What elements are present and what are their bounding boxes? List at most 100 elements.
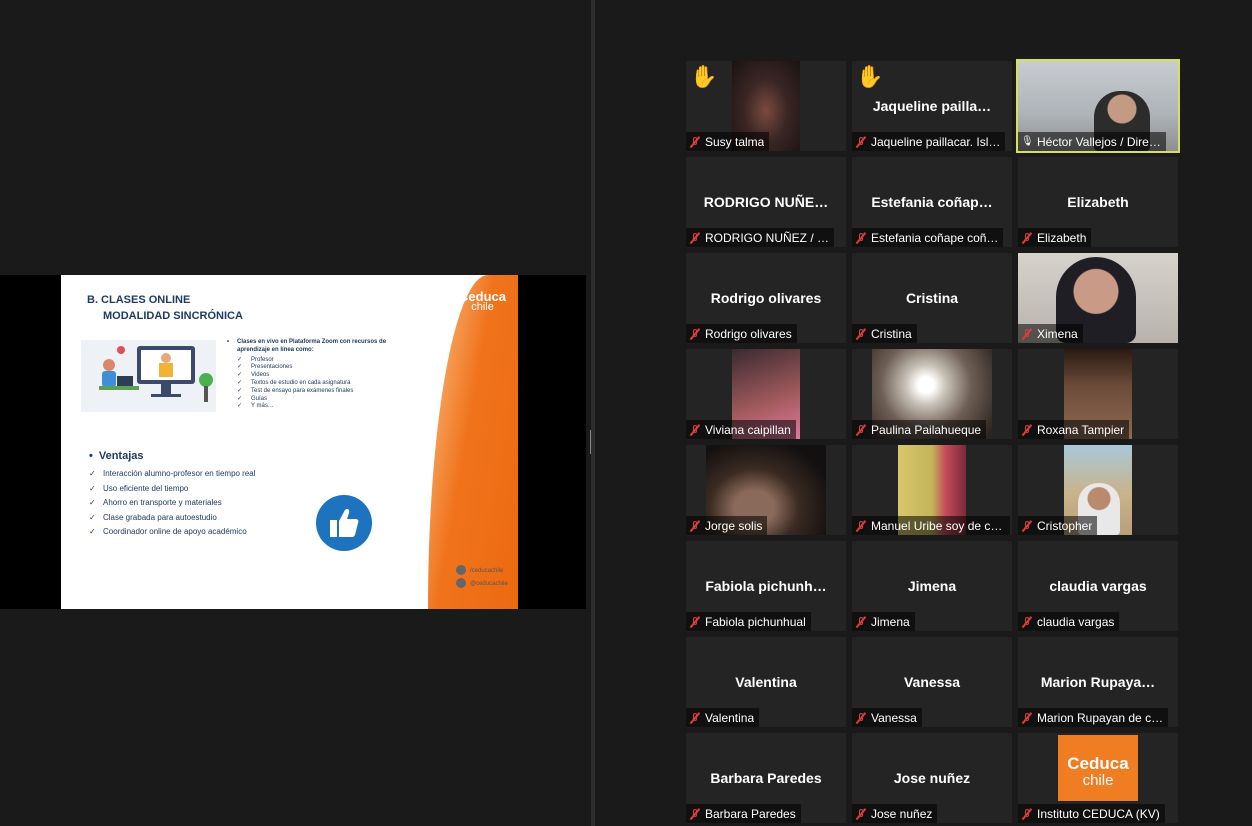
- ceduca-logo: Ceduca chile: [459, 290, 506, 313]
- participant-display-name: Rodrigo olivares: [710, 290, 822, 306]
- participant-tile[interactable]: Jose nuñez Jose nuñez: [852, 733, 1012, 823]
- participant-name: Susy talma: [705, 134, 765, 149]
- participant-tile[interactable]: Fabiola pichunh… Fabiola pichunhual: [686, 541, 846, 631]
- participant-display-name: Jaqueline pailla…: [872, 98, 992, 114]
- instagram-handle: @ceducachile: [470, 581, 508, 587]
- participant-tile[interactable]: Ximena: [1018, 253, 1178, 343]
- participant-name-label: Manuel Uribe soy de ca…: [852, 516, 1010, 535]
- participant-name-label: Fabiola pichunhual: [686, 612, 811, 631]
- participant-tile[interactable]: RODRIGO NUÑE… RODRIGO NUÑEZ / …: [686, 157, 846, 247]
- participant-name-label: Estefania coñape coñ…: [852, 228, 1004, 247]
- participant-name-label: Cristina: [852, 324, 917, 343]
- participant-tile[interactable]: Cristina Cristina: [852, 253, 1012, 343]
- participant-tile[interactable]: Marion Rupaya… Marion Rupayan de c…: [1018, 637, 1178, 727]
- muted-mic-icon: [689, 424, 701, 436]
- muted-mic-icon: [1021, 520, 1033, 532]
- participant-name: Marion Rupayan de c…: [1037, 710, 1164, 725]
- participant-tile[interactable]: Viviana caipillan: [686, 349, 846, 439]
- slide-subtitle: MODALIDAD SINCRÓNICA: [103, 310, 243, 322]
- participant-display-name: Jimena: [907, 578, 957, 594]
- participant-display-name: Barbara Paredes: [710, 770, 822, 786]
- list-item: Coordinador online de apoyo académico: [89, 525, 256, 540]
- participant-tile[interactable]: Paulina Pailahueque: [852, 349, 1012, 439]
- facebook-link: /ceducachile: [456, 565, 508, 578]
- muted-mic-icon: [1021, 232, 1033, 244]
- muted-mic-icon: [855, 232, 867, 244]
- participant-display-name: claudia vargas: [1049, 578, 1147, 594]
- facebook-icon: [456, 565, 466, 576]
- participant-name: Jimena: [871, 614, 910, 629]
- participant-name-label: Rodrigo olivares: [686, 324, 797, 343]
- thumbs-up-icon: [316, 495, 372, 551]
- slide-orange-band: Ceduca chile: [428, 275, 518, 609]
- participant-tile[interactable]: Vanessa Vanessa: [852, 637, 1012, 727]
- participant-name: Vanessa: [871, 710, 917, 725]
- participant-name: Cristopher: [1037, 518, 1093, 533]
- ventajas-list: Interacción alumno-profesor en tiempo re…: [89, 467, 256, 540]
- muted-mic-icon: [855, 520, 867, 532]
- screen-share-pane: Ceduca chile B. CLASES ONLINE MODALIDAD …: [0, 0, 591, 826]
- participant-name-label: Barbara Paredes: [686, 804, 801, 823]
- participant-tile[interactable]: Roxana Tampier: [1018, 349, 1178, 439]
- participant-tile[interactable]: Rodrigo olivares Rodrigo olivares: [686, 253, 846, 343]
- resources-list: Clases en vivo en Plataforma Zoom con re…: [237, 339, 397, 411]
- participant-name-label: Cristopher: [1018, 516, 1098, 535]
- participant-display-name: Cristina: [905, 290, 959, 306]
- muted-mic-icon: [855, 424, 867, 436]
- participant-name-label: Paulina Pailahueque: [852, 420, 987, 439]
- participant-name-label: Elizabeth: [1018, 228, 1092, 247]
- muted-mic-icon: [689, 808, 701, 820]
- participant-tile[interactable]: Estefania coñap… Estefania coñape coñ…: [852, 157, 1012, 247]
- participant-display-name: Fabiola pichunh…: [705, 578, 827, 594]
- participant-tile[interactable]: claudia vargas claudia vargas: [1018, 541, 1178, 631]
- participant-name: Estefania coñape coñ…: [871, 230, 999, 245]
- ventajas-heading: Ventajas: [89, 450, 144, 462]
- participant-name: Jaqueline paillacar. Isl…: [871, 134, 1001, 149]
- participant-display-name: Marion Rupaya…: [1040, 674, 1156, 690]
- muted-mic-icon: [689, 712, 701, 724]
- participant-name: Valentina: [705, 710, 755, 725]
- shared-slide: Ceduca chile B. CLASES ONLINE MODALIDAD …: [61, 275, 518, 609]
- participant-tile[interactable]: Jimena Jimena: [852, 541, 1012, 631]
- participant-tile[interactable]: Cristopher: [1018, 445, 1178, 535]
- muted-mic-icon: [855, 712, 867, 724]
- participant-name-label: Jaqueline paillacar. Isl…: [852, 132, 1006, 151]
- participant-name-label: Jorge solis: [686, 516, 768, 535]
- participant-name: Manuel Uribe soy de ca…: [871, 518, 1005, 533]
- participant-display-name: Jose nuñez: [893, 770, 971, 786]
- participant-tile[interactable]: Jorge solis: [686, 445, 846, 535]
- muted-mic-icon: [855, 616, 867, 628]
- participant-name: Viviana caipillan: [705, 422, 791, 437]
- list-item: Interacción alumno-profesor en tiempo re…: [89, 467, 256, 482]
- muted-mic-icon: [1021, 328, 1033, 340]
- participant-tile[interactable]: 🎙 Héctor Vallejos / Dire…: [1018, 61, 1178, 151]
- participant-tile[interactable]: Valentina Valentina: [686, 637, 846, 727]
- instagram-icon: [456, 578, 466, 589]
- participant-display-name: Vanessa: [903, 674, 961, 690]
- muted-mic-icon: [1021, 424, 1033, 436]
- muted-mic-icon: [689, 520, 701, 532]
- muted-mic-icon: [855, 328, 867, 340]
- muted-mic-icon: [1021, 808, 1033, 820]
- participant-tile[interactable]: Manuel Uribe soy de ca…: [852, 445, 1012, 535]
- online-class-illustration: [81, 340, 216, 412]
- list-item: Profesor: [237, 357, 397, 365]
- participant-name: Paulina Pailahueque: [871, 422, 982, 437]
- participant-display-name: Elizabeth: [1067, 194, 1129, 210]
- slide-title: B. CLASES ONLINE: [87, 294, 191, 306]
- list-item: Y más…: [237, 403, 397, 411]
- muted-mic-icon: [689, 136, 701, 148]
- resources-intro: Clases en vivo en Plataforma Zoom con re…: [237, 339, 397, 355]
- participant-tile[interactable]: Jaqueline pailla… ✋ Jaqueline paillacar. I…: [852, 61, 1012, 151]
- participant-tile[interactable]: Elizabeth Elizabeth: [1018, 157, 1178, 247]
- muted-mic-icon: [689, 232, 701, 244]
- participant-name: Cristina: [871, 326, 912, 341]
- participant-name-label: claudia vargas: [1018, 612, 1120, 631]
- participant-tile[interactable]: Ceduca chile Instituto CEDUCA (KV): [1018, 733, 1178, 823]
- participant-name-label: 🎙 Héctor Vallejos / Dire…: [1018, 132, 1166, 151]
- participant-tile[interactable]: ✋ Susy talma: [686, 61, 846, 151]
- participant-tile[interactable]: Barbara Paredes Barbara Paredes: [686, 733, 846, 823]
- muted-mic-icon: [855, 808, 867, 820]
- participant-name: Jorge solis: [705, 518, 763, 533]
- list-item: Textos de estudio en cada asignatura: [237, 380, 397, 388]
